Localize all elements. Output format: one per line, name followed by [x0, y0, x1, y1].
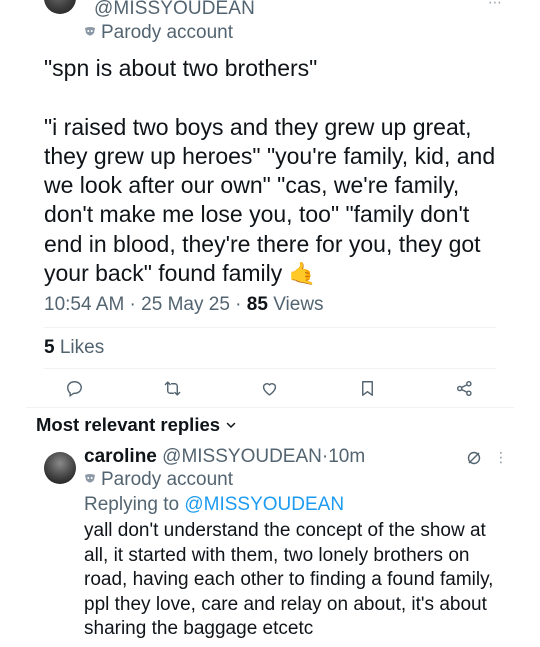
replying-prefix: Replying to	[84, 494, 180, 515]
reply-author-handle[interactable]: @MISSYOUDEAN	[162, 446, 322, 467]
grok-icon[interactable]	[466, 450, 482, 466]
call-me-hand-emoji: 🤙	[288, 261, 317, 287]
chevron-down-icon	[226, 422, 236, 429]
author-handle[interactable]: @MISSYOUDEAN	[94, 0, 255, 20]
replies-sort-label: Most relevant replies	[36, 414, 221, 435]
tweet-text-body: "spn is about two brothers" "i raised tw…	[44, 55, 496, 287]
avatar[interactable]	[44, 452, 76, 484]
views-label: Views	[273, 294, 324, 315]
parody-badge: Parody account	[84, 469, 233, 491]
reply-header: caroline @MISSYOUDEAN·10m	[84, 446, 365, 468]
parody-mask-icon	[84, 26, 96, 41]
replying-mention-link[interactable]: @MISSYOUDEAN	[184, 494, 344, 515]
avatar[interactable]	[44, 0, 76, 14]
share-icon[interactable]	[452, 376, 476, 400]
parody-badge: Parody account	[84, 22, 233, 44]
replying-to: Replying to @MISSYOUDEAN	[84, 494, 344, 516]
tweet-text: "spn is about two brothers" "i raised tw…	[44, 54, 514, 288]
divider	[44, 327, 496, 328]
reply-icon[interactable]	[62, 376, 86, 400]
more-icon[interactable]: ⋯	[488, 0, 502, 11]
divider	[26, 407, 514, 408]
like-icon[interactable]	[257, 376, 281, 400]
reply-author-name[interactable]: caroline	[84, 446, 157, 467]
reply-age[interactable]: 10m	[328, 446, 365, 467]
tweet-meta: 10:54 AM · 25 May 25 · 85 Views	[44, 294, 324, 315]
likes-count: 5	[44, 337, 55, 358]
reply-text: yall don't understand the concept of the…	[84, 520, 494, 640]
likes-label: Likes	[59, 337, 105, 358]
parody-mask-icon	[84, 473, 96, 488]
likes-summary[interactable]: 5 Likes	[44, 337, 104, 359]
parody-label: Parody account	[101, 22, 234, 43]
divider	[44, 368, 496, 369]
tweet-time[interactable]: 10:54 AM	[44, 294, 124, 315]
tweet-date[interactable]: 25 May 25	[141, 294, 230, 315]
more-icon[interactable]: ⋮	[494, 449, 508, 465]
replies-sort-dropdown[interactable]: Most relevant replies	[36, 414, 236, 436]
tweet-actions	[0, 376, 540, 400]
parody-label: Parody account	[101, 469, 234, 490]
bookmark-icon[interactable]	[355, 376, 379, 400]
views-count: 85	[246, 294, 268, 315]
retweet-icon[interactable]	[160, 376, 184, 400]
